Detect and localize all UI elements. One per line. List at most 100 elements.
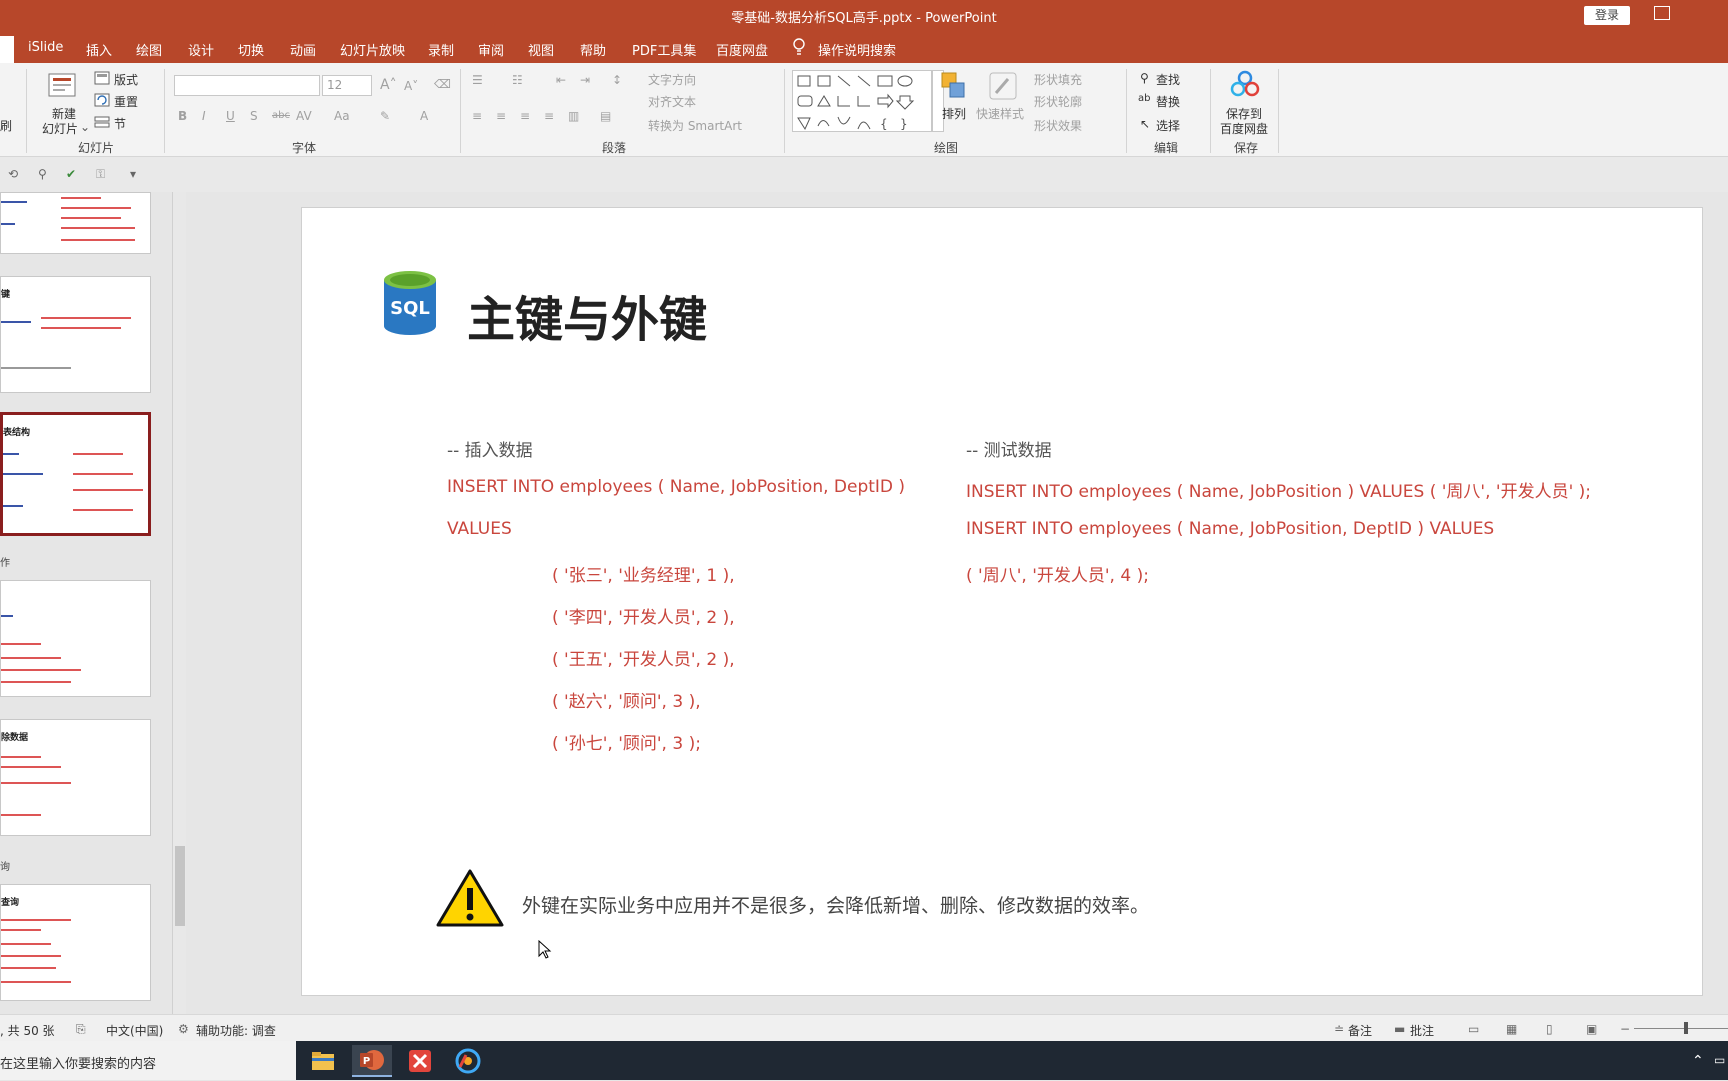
select-button[interactable]: 选择 [1156, 117, 1180, 134]
clipboard-partial-label[interactable]: 刷 [0, 117, 12, 134]
scrollbar-thumb[interactable] [175, 846, 185, 926]
shape-fill-button[interactable]: 形状填充 [1034, 71, 1082, 88]
new-slide-icon[interactable] [46, 69, 80, 103]
new-slide-label-2[interactable]: 幻灯片 [42, 120, 78, 137]
tab-help[interactable]: 帮助 [580, 40, 606, 59]
comments-button[interactable]: 批注 [1410, 1022, 1434, 1039]
tab-view[interactable]: 视图 [528, 40, 554, 59]
zoom-slider[interactable] [1634, 1028, 1728, 1029]
shrink-font-icon[interactable]: A˅ [404, 79, 418, 93]
tray-chevron-icon[interactable]: ⌃ [1692, 1053, 1704, 1069]
slide-thumbnail[interactable] [0, 192, 151, 254]
login-button[interactable]: 登录 [1584, 6, 1630, 25]
font-color-button[interactable]: A [420, 109, 428, 123]
lock-icon[interactable]: ⚿ [96, 167, 105, 182]
increase-indent-icon[interactable]: ⇥ [580, 73, 590, 87]
arrange-button[interactable]: 排列 [942, 105, 966, 122]
decrease-indent-icon[interactable]: ⇤ [556, 73, 566, 87]
slide-thumbnail[interactable]: 查询 [0, 884, 151, 1001]
tab-baidu-netdisk[interactable]: 百度网盘 [716, 40, 768, 59]
taskbar-search[interactable]: 在这里输入你要搜索的内容 [0, 1041, 296, 1080]
section-button[interactable]: 节 [114, 115, 126, 132]
slide-thumbnail[interactable]: 除数据 [0, 719, 151, 836]
strikethrough-button[interactable]: abc [272, 110, 290, 121]
tab-transitions[interactable]: 切换 [238, 40, 264, 59]
shapes-gallery[interactable]: {} [792, 70, 932, 132]
thumbnails-scrollbar[interactable] [172, 192, 186, 1014]
arrange-icon[interactable] [940, 71, 968, 101]
align-center-icon[interactable]: ≡ [496, 109, 506, 123]
tab-animations[interactable]: 动画 [290, 40, 316, 59]
file-tab[interactable] [0, 36, 14, 63]
slideshow-view-icon[interactable]: ▣ [1586, 1022, 1597, 1036]
tab-islide[interactable]: iSlide [28, 40, 63, 55]
normal-view-icon[interactable]: ▭ [1468, 1022, 1479, 1036]
align-text-button[interactable]: 对齐文本 [648, 93, 696, 110]
font-name-combo[interactable] [174, 75, 320, 96]
grow-font-icon[interactable]: A˄ [380, 77, 397, 93]
tell-me-search[interactable]: 操作说明搜索 [818, 40, 896, 59]
columns-icon[interactable]: ▤ [600, 109, 611, 123]
accessibility-status[interactable]: 辅助功能: 调查 [196, 1022, 276, 1039]
shape-effects-button[interactable]: 形状效果 [1034, 117, 1082, 134]
baidu-netdisk-label[interactable]: 百度网盘 [1220, 120, 1268, 137]
quick-styles-icon[interactable] [988, 71, 1018, 101]
layout-button[interactable]: 版式 [114, 71, 138, 88]
tab-pdf-tools[interactable]: PDF工具集 [632, 40, 696, 59]
language-status[interactable]: 中文(中国) [106, 1022, 163, 1039]
highlight-icon[interactable]: ✎ [380, 109, 390, 123]
qat-icon-1[interactable]: ⟲ [8, 167, 18, 181]
zoom-slider-thumb[interactable] [1684, 1022, 1688, 1034]
slide-sorter-icon[interactable]: ▦ [1506, 1022, 1517, 1036]
numbering-icon[interactable]: ☷ [512, 73, 523, 87]
char-spacing-button[interactable]: AV [296, 109, 312, 123]
chrome-like-icon[interactable] [448, 1045, 488, 1077]
line-spacing-icon[interactable]: ↕ [612, 73, 622, 87]
tab-draw[interactable]: 绘图 [136, 40, 162, 59]
tray-icon[interactable]: ▭ [1714, 1053, 1725, 1067]
tab-slideshow[interactable]: 幻灯片放映 [340, 40, 405, 59]
check-icon[interactable]: ✔ [66, 167, 76, 181]
bullets-icon[interactable]: ☰ [472, 73, 483, 87]
italic-button[interactable]: I [202, 109, 206, 123]
customize-qat-icon[interactable]: ▾ [130, 167, 136, 181]
spellcheck-icon[interactable]: ⎘ [76, 1022, 86, 1037]
align-right-icon[interactable]: ≡ [520, 109, 530, 123]
shadow-button[interactable]: S [250, 109, 258, 123]
right-code-line: ( '周八', '开发人员', 4 ); [966, 566, 1149, 586]
xmind-icon[interactable] [400, 1045, 440, 1077]
shape-outline-button[interactable]: 形状轮廓 [1034, 93, 1082, 110]
restore-window-icon[interactable] [1654, 6, 1670, 20]
reset-button[interactable]: 重置 [114, 93, 138, 110]
slide-thumbnail[interactable] [0, 580, 151, 697]
slide-thumbnail-active[interactable]: 表结构 [0, 412, 151, 536]
tab-insert[interactable]: 插入 [86, 40, 112, 59]
preview-icon[interactable]: ⚲ [38, 167, 47, 181]
find-button[interactable]: 查找 [1156, 71, 1180, 88]
align-left-icon[interactable]: ≡ [472, 109, 482, 123]
tab-design[interactable]: 设计 [188, 40, 214, 59]
tab-record[interactable]: 录制 [428, 40, 454, 59]
distributed-icon[interactable]: ▥ [568, 109, 579, 123]
notes-button[interactable]: 备注 [1348, 1022, 1372, 1039]
change-case-button[interactable]: Aa [334, 109, 350, 123]
clear-format-icon[interactable]: ⌫ [434, 77, 451, 91]
baidu-cloud-icon[interactable] [1230, 69, 1260, 99]
convert-smartart-button[interactable]: 转换为 SmartArt [648, 117, 742, 134]
slide-thumbnail[interactable]: 键 [0, 276, 151, 393]
slide-thumbnails-pane: 键 表结构 作 除数据 询 查询 [0, 192, 176, 1014]
reading-view-icon[interactable]: ▯ [1546, 1022, 1553, 1036]
zoom-out-icon[interactable]: − [1620, 1022, 1630, 1036]
justify-icon[interactable]: ≡ [544, 109, 554, 123]
powerpoint-icon[interactable]: P [352, 1045, 392, 1077]
file-explorer-icon[interactable] [302, 1045, 342, 1077]
bold-button[interactable]: B [178, 109, 187, 123]
tab-review[interactable]: 审阅 [478, 40, 504, 59]
font-size-combo[interactable]: 12 [322, 75, 372, 96]
replace-button[interactable]: 替换 [1156, 93, 1180, 110]
quick-styles-button[interactable]: 快速样式 [976, 105, 1024, 122]
text-direction-button[interactable]: 文字方向 [648, 71, 696, 88]
slide[interactable]: SQL 主键与外键 -- 插入数据 INSERT INTO employees … [301, 207, 1703, 996]
window-title: 零基础-数据分析SQL高手.pptx - PowerPoint [731, 11, 997, 26]
underline-button[interactable]: U [226, 109, 235, 123]
